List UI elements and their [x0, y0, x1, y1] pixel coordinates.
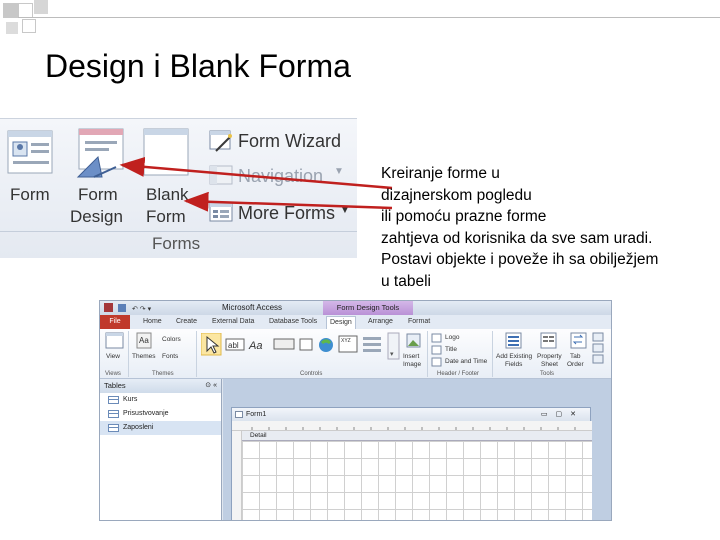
nav-item-prisustvovanje[interactable]: Prisustvovanje	[100, 407, 221, 421]
svg-text:▾: ▾	[390, 351, 394, 358]
form-design-window: Form1 ▭▢✕ Detail	[231, 407, 592, 520]
svg-text:↶ ↷ ▾: ↶ ↷ ▾	[132, 306, 152, 313]
arrow-to-blank-form	[183, 191, 393, 212]
arrow-to-form-design	[119, 156, 393, 190]
controls-gallery[interactable]: abl Aa XYZ	[201, 333, 391, 357]
add-existing-fields-button[interactable]: Add Existing	[496, 353, 532, 360]
group-label-views: Views	[105, 371, 121, 377]
description-text: Kreiranje forme u dizajnerskom pogledu i…	[381, 163, 711, 292]
tab-format[interactable]: Format	[405, 316, 433, 328]
description-line: zahtjeva od korisnika da sve sam uradi.	[381, 229, 653, 247]
navigation-pane: Tables ⊙ « Kurs Prisustvovanje Zaposleni	[100, 379, 222, 520]
form-window-title: Form1	[246, 411, 267, 418]
group-separator	[128, 331, 129, 377]
themes-button[interactable]: Themes	[132, 353, 155, 360]
title-button[interactable]: Title	[445, 346, 457, 353]
table-icon	[108, 396, 119, 404]
insert-image-button-2[interactable]: Image	[403, 361, 421, 368]
tab-design[interactable]: Design	[326, 316, 356, 329]
nav-item-label: Prisustvovanje	[123, 410, 169, 417]
group-label-tools: Tools	[540, 371, 555, 377]
detail-section-label: Detail	[250, 432, 267, 439]
nav-pane-header[interactable]: Tables ⊙ «	[100, 379, 221, 393]
tab-file[interactable]: File	[100, 315, 130, 329]
svg-text:abl: abl	[228, 341, 239, 350]
colors-button[interactable]: Colors	[162, 336, 181, 343]
app-title: Microsoft Access	[222, 303, 283, 312]
group-label-controls: Controls	[300, 371, 323, 377]
property-sheet-button[interactable]: Property	[537, 353, 562, 360]
description-line: u tabeli	[381, 272, 431, 290]
table-icon	[108, 410, 119, 418]
context-tab-header: Form Design Tools	[323, 301, 413, 315]
property-sheet-button-2[interactable]: Sheet	[541, 361, 558, 368]
tools-small-icons[interactable]	[592, 332, 606, 364]
group-separator	[196, 331, 197, 377]
group-separator	[492, 331, 493, 377]
description-line: dizajnerskom pogledu	[381, 186, 532, 204]
logo-button[interactable]: Logo	[445, 334, 459, 341]
add-existing-fields-button-2[interactable]: Fields	[505, 361, 522, 368]
svg-text:Aa: Aa	[248, 340, 262, 352]
description-line: Postavi objekte i poveže ih sa obilježje…	[381, 251, 659, 268]
tab-order-button[interactable]: Tab	[570, 353, 580, 360]
description-line: Kreiranje forme u	[381, 165, 500, 182]
tab-order-button-2[interactable]: Order	[567, 361, 584, 368]
view-button[interactable]: View	[106, 353, 120, 360]
window-controls[interactable]: ▭▢✕	[541, 408, 584, 421]
vertical-ruler	[232, 431, 242, 520]
access-window: ↶ ↷ ▾ Microsoft Access Form Design Tools…	[99, 300, 612, 521]
table-icon	[108, 424, 119, 432]
nav-pane-toggle-icon[interactable]: ⊙ «	[205, 379, 217, 393]
horizontal-ruler	[232, 421, 592, 431]
tab-create[interactable]: Create	[173, 316, 200, 328]
controls-more-icon[interactable]: ▾	[387, 332, 401, 362]
nav-item-label: Kurs	[123, 396, 138, 403]
description-line: ili pomoću prazne forme	[381, 208, 547, 225]
add-existing-fields-icon[interactable]	[505, 332, 523, 350]
view-icon[interactable]	[105, 332, 125, 350]
nav-pane-title: Tables	[104, 381, 126, 390]
tab-order-icon[interactable]	[570, 332, 588, 350]
form-window-title-bar: Form1 ▭▢✕	[232, 408, 590, 421]
property-sheet-icon[interactable]	[540, 332, 558, 350]
form-icon-small	[235, 411, 243, 418]
group-label-header-footer: Header / Footer	[437, 371, 480, 377]
nav-item-kurs[interactable]: Kurs	[100, 393, 221, 407]
tab-home[interactable]: Home	[140, 316, 165, 328]
quick-access-toolbar: ↶ ↷ ▾	[104, 303, 152, 313]
group-separator	[427, 331, 428, 377]
design-ribbon: View Aa Themes Colors Fonts abl Aa XYZ ▾…	[100, 329, 611, 379]
insert-image-button[interactable]: Insert	[403, 353, 419, 360]
date-time-button[interactable]: Date and Time	[445, 358, 487, 365]
svg-text:Aa: Aa	[139, 336, 149, 345]
fonts-button[interactable]: Fonts	[162, 353, 178, 360]
detail-section-bar[interactable]: Detail	[242, 431, 592, 441]
insert-image-icon[interactable]	[406, 333, 422, 349]
themes-icon[interactable]: Aa	[136, 332, 152, 350]
nav-item-label: Zaposleni	[123, 424, 154, 431]
tab-external-data[interactable]: External Data	[209, 316, 257, 328]
group-label-themes: Themes	[152, 371, 174, 377]
work-area: Form1 ▭▢✕ Detail	[223, 379, 611, 520]
form-design-grid[interactable]	[242, 441, 592, 520]
ribbon-tabs: File Home Create External Data Database …	[100, 315, 611, 329]
nav-item-zaposleni[interactable]: Zaposleni	[100, 421, 221, 435]
svg-text:XYZ: XYZ	[341, 338, 351, 344]
header-footer-icons[interactable]	[431, 333, 443, 369]
access-title-bar: ↶ ↷ ▾ Microsoft Access Form Design Tools	[100, 301, 611, 315]
tab-database-tools[interactable]: Database Tools	[266, 316, 320, 328]
tab-arrange[interactable]: Arrange	[365, 316, 396, 328]
